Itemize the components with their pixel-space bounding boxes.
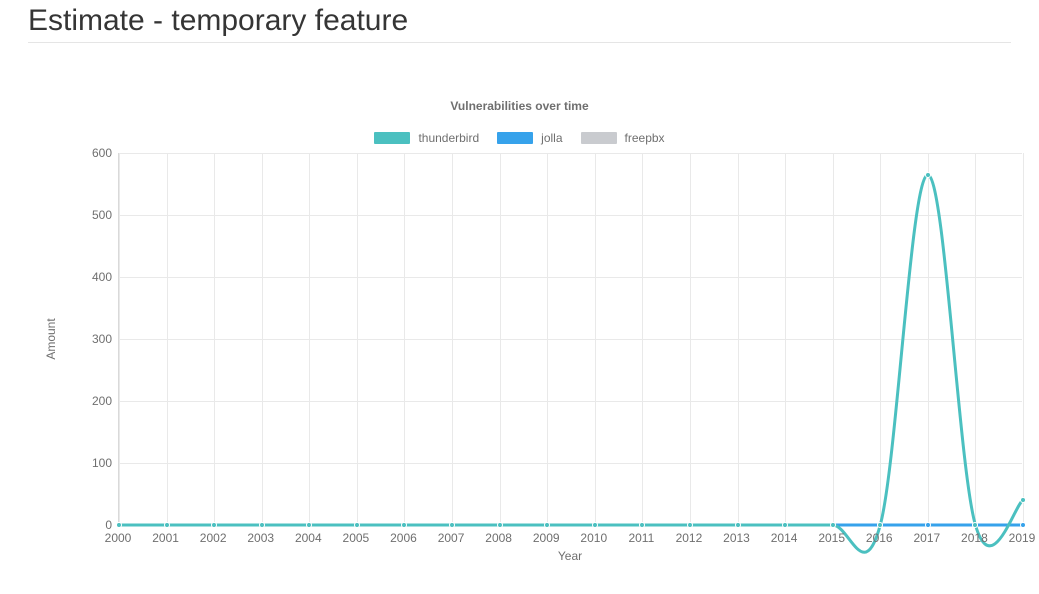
- y-tick-label: 300: [82, 332, 112, 346]
- data-point[interactable]: [925, 172, 931, 178]
- data-point[interactable]: [306, 522, 312, 528]
- data-point[interactable]: [259, 522, 265, 528]
- data-point[interactable]: [354, 522, 360, 528]
- data-point[interactable]: [449, 522, 455, 528]
- x-tick-label: 2015: [818, 531, 845, 545]
- data-point[interactable]: [1020, 497, 1026, 503]
- y-tick-label: 400: [82, 270, 112, 284]
- x-tick-label: 2001: [152, 531, 179, 545]
- x-tick-label: 2011: [628, 531, 654, 545]
- legend-swatch-icon: [581, 132, 617, 144]
- data-point[interactable]: [830, 522, 836, 528]
- data-point[interactable]: [877, 522, 883, 528]
- x-tick-label: 2003: [247, 531, 274, 545]
- x-tick-label: 2007: [438, 531, 465, 545]
- data-point[interactable]: [497, 522, 503, 528]
- legend-label: thunderbird: [418, 131, 479, 145]
- x-tick-label: 2002: [200, 531, 227, 545]
- gridline-v: [1023, 153, 1024, 524]
- y-tick-label: 100: [82, 456, 112, 470]
- data-point[interactable]: [687, 522, 693, 528]
- x-tick-label: 2018: [961, 531, 988, 545]
- data-point[interactable]: [782, 522, 788, 528]
- data-point[interactable]: [211, 522, 217, 528]
- x-tick-label: 2010: [580, 531, 607, 545]
- x-tick-label: 2008: [485, 531, 512, 545]
- chart-container: Vulnerabilities over time thunderbird jol…: [28, 99, 1011, 563]
- data-point[interactable]: [639, 522, 645, 528]
- x-tick-label: 2009: [533, 531, 560, 545]
- legend-label: jolla: [541, 131, 562, 145]
- x-tick-label: 2016: [866, 531, 893, 545]
- legend-item-freepbx[interactable]: freepbx: [581, 131, 665, 145]
- legend-item-thunderbird[interactable]: thunderbird: [374, 131, 479, 145]
- title-divider: [28, 42, 1011, 43]
- x-tick-label: 2013: [723, 531, 750, 545]
- x-tick-label: 2019: [1009, 531, 1036, 545]
- data-point[interactable]: [401, 522, 407, 528]
- x-tick-label: 2012: [676, 531, 703, 545]
- legend-swatch-icon: [497, 132, 533, 144]
- legend-item-jolla[interactable]: jolla: [497, 131, 562, 145]
- x-tick-label: 2017: [913, 531, 940, 545]
- series-thunderbird: [119, 153, 1023, 525]
- plot-area: [118, 153, 1022, 525]
- series-line: [119, 175, 1023, 553]
- data-point[interactable]: [592, 522, 598, 528]
- y-tick-label: 200: [82, 394, 112, 408]
- x-axis-title: Year: [118, 549, 1022, 563]
- x-tick-label: 2014: [771, 531, 798, 545]
- data-point[interactable]: [972, 522, 978, 528]
- data-point[interactable]: [116, 522, 122, 528]
- legend-label: freepbx: [625, 131, 665, 145]
- x-tick-label: 2006: [390, 531, 417, 545]
- x-tick-label: 2005: [343, 531, 370, 545]
- x-tick-label: 2000: [105, 531, 132, 545]
- y-axis-title: Amount: [44, 318, 58, 359]
- data-point[interactable]: [164, 522, 170, 528]
- page-title: Estimate - temporary feature: [28, 4, 1011, 38]
- data-point[interactable]: [735, 522, 741, 528]
- legend-swatch-icon: [374, 132, 410, 144]
- y-tick-label: 500: [82, 208, 112, 222]
- chart-title: Vulnerabilities over time: [28, 99, 1011, 113]
- y-tick-label: 600: [82, 146, 112, 160]
- data-point[interactable]: [544, 522, 550, 528]
- chart-body: Amount Year 0100200300400500600200020012…: [82, 153, 1022, 563]
- y-tick-label: 0: [82, 518, 112, 532]
- chart-legend: thunderbird jolla freepbx: [28, 131, 1011, 145]
- x-tick-label: 2004: [295, 531, 322, 545]
